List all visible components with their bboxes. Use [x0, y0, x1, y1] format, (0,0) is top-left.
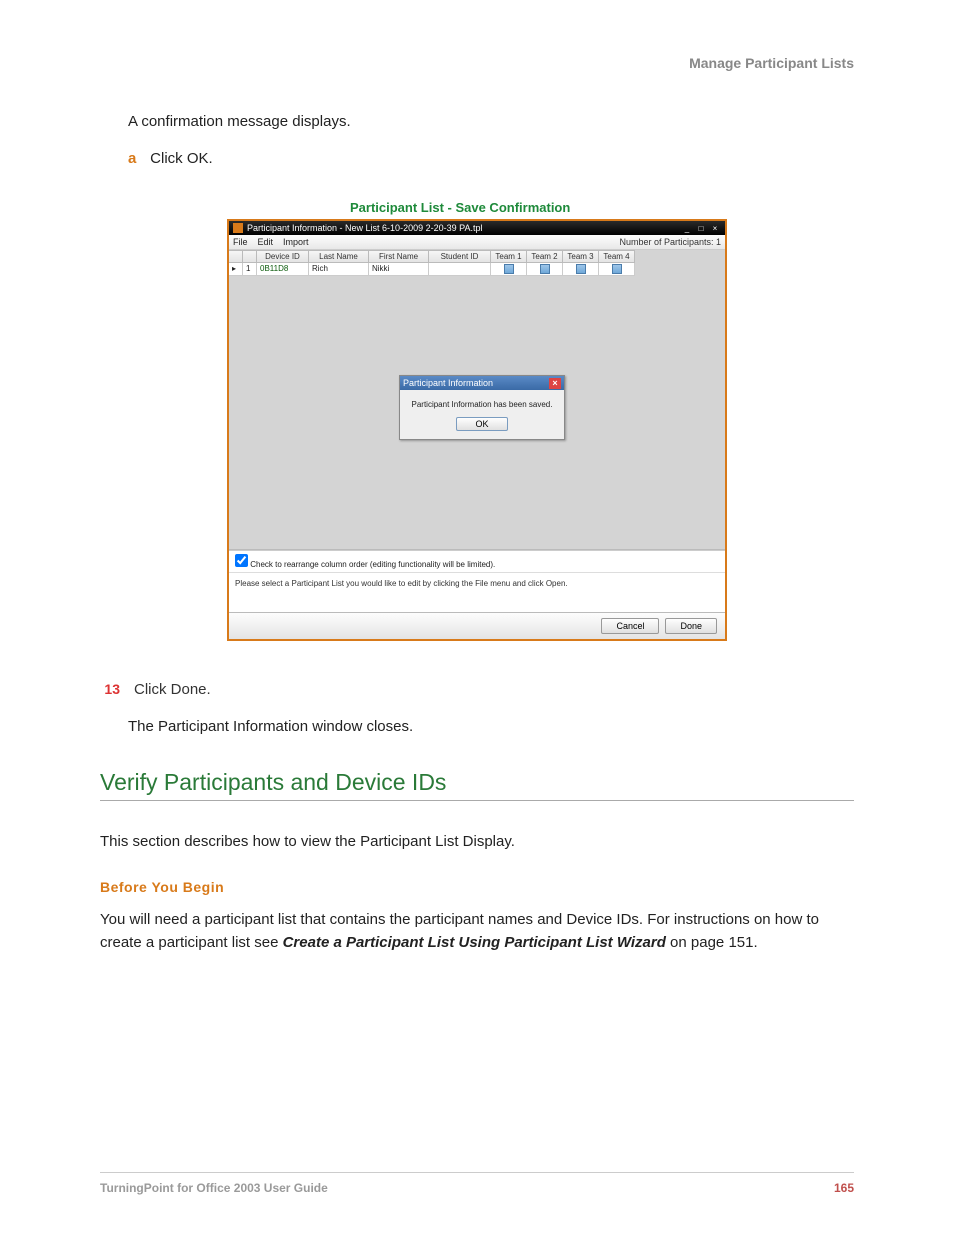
checkbox-icon[interactable] — [504, 264, 514, 274]
cell-device-id[interactable]: 0B11D8 — [257, 263, 309, 276]
cell-first-name[interactable]: Nikki — [369, 263, 429, 276]
cell-team4[interactable] — [599, 263, 635, 276]
titlebar: Participant Information - New List 6-10-… — [229, 221, 725, 235]
col-team4[interactable]: Team 4 — [599, 250, 635, 263]
step-text: Click Done. — [134, 681, 854, 698]
page-number: 165 — [834, 1181, 854, 1195]
screenshot-window: Participant Information - New List 6-10-… — [227, 219, 727, 641]
minimize-icon[interactable]: _ — [681, 223, 693, 233]
dialog-message: Participant Information has been saved. — [406, 400, 558, 409]
col-last-name[interactable]: Last Name — [309, 250, 369, 263]
dialog-close-icon[interactable]: × — [549, 378, 561, 389]
cell-student-id[interactable] — [429, 263, 491, 276]
app-icon — [233, 223, 243, 233]
menu-edit[interactable]: Edit — [258, 237, 274, 247]
col-team3[interactable]: Team 3 — [563, 250, 599, 263]
section-intro: This section describes how to view the P… — [100, 831, 854, 854]
substep-letter: a — [128, 148, 146, 171]
checkbox-icon[interactable] — [540, 264, 550, 274]
figure-caption: Participant List - Save Confirmation — [350, 200, 854, 215]
checkbox-icon[interactable] — [612, 264, 622, 274]
table-row[interactable]: ▸ 1 0B11D8 Rich Nikki — [229, 263, 725, 276]
grid-area: Device ID Last Name First Name Student I… — [229, 250, 725, 550]
menubar: File Edit Import Number of Participants:… — [229, 235, 725, 250]
cell-team2[interactable] — [527, 263, 563, 276]
instruction-text: Please select a Participant List you wou… — [229, 572, 725, 612]
section-heading: Verify Participants and Device IDs — [100, 769, 854, 801]
intro-text: A confirmation message displays. — [128, 111, 854, 134]
before-you-begin-heading: Before You Begin — [100, 879, 854, 895]
col-team2[interactable]: Team 2 — [527, 250, 563, 263]
row-header-blank — [229, 250, 243, 263]
col-device-id[interactable]: Device ID — [257, 250, 309, 263]
bottom-bar: Cancel Done — [229, 612, 725, 639]
window-title: Participant Information - New List 6-10-… — [247, 223, 681, 233]
cell-team1[interactable] — [491, 263, 527, 276]
col-team1[interactable]: Team 1 — [491, 250, 527, 263]
step-after-text: The Participant Information window close… — [128, 716, 854, 739]
substep-text: Click OK. — [150, 150, 213, 167]
footer-title: TurningPoint for Office 2003 User Guide — [100, 1181, 328, 1195]
rearrange-checkbox-row[interactable]: Check to rearrange column order (editing… — [229, 550, 725, 572]
step-number: 13 — [100, 681, 120, 698]
cross-reference-link[interactable]: Create a Participant List Using Particip… — [283, 934, 666, 951]
page-header-right: Manage Participant Lists — [100, 55, 854, 71]
row-pointer-icon: ▸ — [229, 263, 243, 276]
menu-file[interactable]: File — [233, 237, 248, 247]
cancel-button[interactable]: Cancel — [601, 618, 659, 634]
before-text-post: on page 151. — [666, 934, 758, 951]
checkbox-icon[interactable] — [576, 264, 586, 274]
row-header-num — [243, 250, 257, 263]
col-student-id[interactable]: Student ID — [429, 250, 491, 263]
cell-rownum: 1 — [243, 263, 257, 276]
dialog-title: Participant Information — [403, 378, 549, 388]
maximize-icon[interactable]: □ — [695, 223, 707, 233]
col-first-name[interactable]: First Name — [369, 250, 429, 263]
done-button[interactable]: Done — [665, 618, 717, 634]
before-you-begin-text: You will need a participant list that co… — [100, 909, 854, 954]
cell-team3[interactable] — [563, 263, 599, 276]
menu-import[interactable]: Import — [283, 237, 309, 247]
ok-button[interactable]: OK — [456, 417, 507, 431]
participant-count: Number of Participants: 1 — [619, 237, 721, 247]
rearrange-label: Check to rearrange column order (editing… — [250, 560, 495, 569]
cell-last-name[interactable]: Rich — [309, 263, 369, 276]
close-icon[interactable]: × — [709, 223, 721, 233]
confirmation-dialog: Participant Information × Participant In… — [399, 375, 565, 440]
page-footer: TurningPoint for Office 2003 User Guide … — [100, 1172, 854, 1195]
rearrange-checkbox[interactable] — [235, 554, 248, 567]
